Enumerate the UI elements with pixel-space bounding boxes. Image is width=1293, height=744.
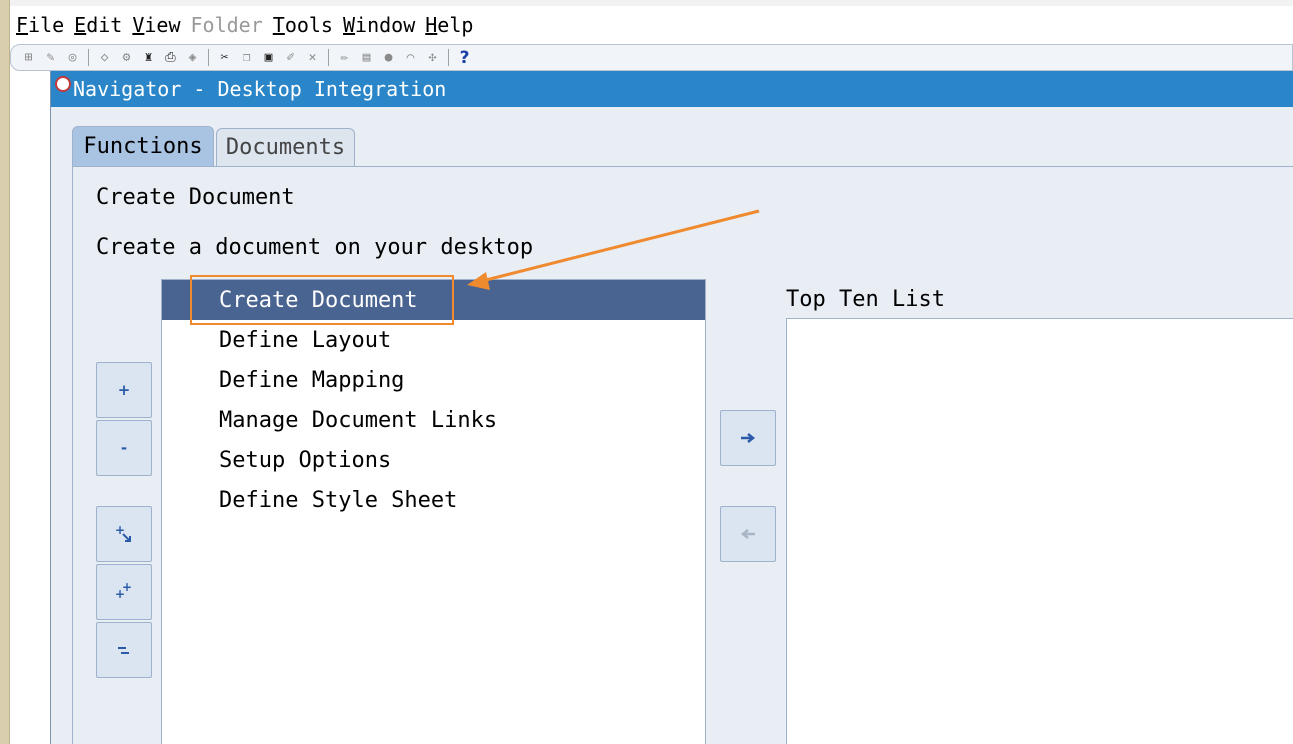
function-description: Create a document on your desktop	[96, 235, 534, 260]
edit-field-icon[interactable]: ✏	[335, 48, 354, 67]
cut-icon[interactable]: ✂	[215, 48, 234, 67]
list-item[interactable]: Define Mapping	[162, 360, 705, 400]
window-titlebar[interactable]: Navigator - Desktop Integration	[51, 71, 1293, 107]
menu-folder[interactable]: Folder	[191, 13, 263, 37]
find-icon[interactable]: ✎	[41, 48, 60, 67]
function-title: Create Document	[96, 185, 295, 210]
top-ten-label: Top Ten List	[786, 287, 945, 312]
menu-bar: File Edit View Folder Tools Window Help	[10, 6, 1293, 44]
expand-branch-icon: +	[115, 523, 131, 542]
plus-icon: +	[117, 381, 131, 399]
window-body: Functions Documents Create Document Crea…	[51, 107, 1293, 744]
folder-tools-icon[interactable]: ✣	[423, 48, 442, 67]
menu-tools[interactable]: Tools	[273, 13, 333, 37]
paste-icon[interactable]: ▣	[259, 48, 278, 67]
expand-button[interactable]: +	[96, 362, 152, 418]
collapse-all-button[interactable]	[96, 622, 152, 678]
toolbar-separator	[448, 49, 449, 66]
collapse-button[interactable]: -	[96, 420, 152, 476]
menu-window[interactable]: Window	[343, 13, 415, 37]
remove-from-top-ten-button[interactable]	[720, 506, 776, 562]
menu-help[interactable]: Help	[425, 13, 473, 37]
attachments-icon[interactable]: ⌒	[401, 48, 420, 67]
help-icon[interactable]: ?	[455, 48, 474, 68]
minus-icon: -	[120, 439, 128, 457]
desktop-left-strip	[0, 0, 10, 744]
window-title: Navigator - Desktop Integration	[73, 77, 447, 101]
toolbar-separator	[328, 49, 329, 66]
list-item[interactable]: Define Layout	[162, 320, 705, 360]
functions-panel: Create Document Create a document on you…	[72, 166, 1293, 744]
top-ten-list[interactable]	[786, 318, 1293, 744]
menu-file[interactable]: File	[16, 13, 64, 37]
zoom-icon[interactable]: ▤	[357, 48, 376, 67]
expand-all-button[interactable]: + +	[96, 564, 152, 620]
list-item[interactable]: Manage Document Links	[162, 400, 705, 440]
copy-icon[interactable]: ❐	[237, 48, 256, 67]
tab-documents[interactable]: Documents	[216, 128, 355, 166]
menu-edit[interactable]: Edit	[74, 13, 122, 37]
save-icon[interactable]: ◇	[95, 48, 114, 67]
svg-text:+: +	[115, 587, 125, 601]
add-to-top-ten-button[interactable]	[720, 410, 776, 466]
collapse-all-icon	[118, 647, 129, 654]
toolbar-separator	[88, 49, 89, 66]
toolbar-separator	[208, 49, 209, 66]
next-step-icon[interactable]: ⚙	[117, 48, 136, 67]
translations-icon[interactable]: ●	[379, 48, 398, 67]
print-icon[interactable]: ⎙	[161, 48, 180, 67]
new-icon[interactable]: ⊞	[19, 48, 38, 67]
delete-icon[interactable]: ✕	[303, 48, 322, 67]
list-item[interactable]: Create Document	[162, 280, 705, 320]
function-list[interactable]: Create Document Define Layout Define Map…	[161, 275, 706, 744]
list-item[interactable]: Define Style Sheet	[162, 480, 705, 520]
toolbar: ⊞ ✎ ◎ ◇ ⚙ ♜ ⎙ ◈ ✂ ❐ ▣ ✐ ✕ ✏ ▤ ● ⌒ ✣ ?	[10, 44, 1293, 71]
menu-view[interactable]: View	[132, 13, 180, 37]
oracle-app-icon	[55, 76, 71, 92]
expand-branch-button[interactable]: +	[96, 506, 152, 562]
clear-record-icon[interactable]: ✐	[281, 48, 300, 67]
switch-responsibility-icon[interactable]: ♜	[139, 48, 158, 67]
close-form-icon[interactable]: ◈	[183, 48, 202, 67]
tab-functions[interactable]: Functions	[72, 126, 214, 166]
arrow-left-icon	[740, 529, 755, 539]
navigator-window: Navigator - Desktop Integration Function…	[50, 71, 1293, 744]
show-navigator-icon[interactable]: ◎	[63, 48, 82, 67]
arrow-right-icon	[741, 433, 756, 443]
list-item[interactable]: Setup Options	[162, 440, 705, 480]
expand-all-icon: + +	[115, 581, 132, 601]
